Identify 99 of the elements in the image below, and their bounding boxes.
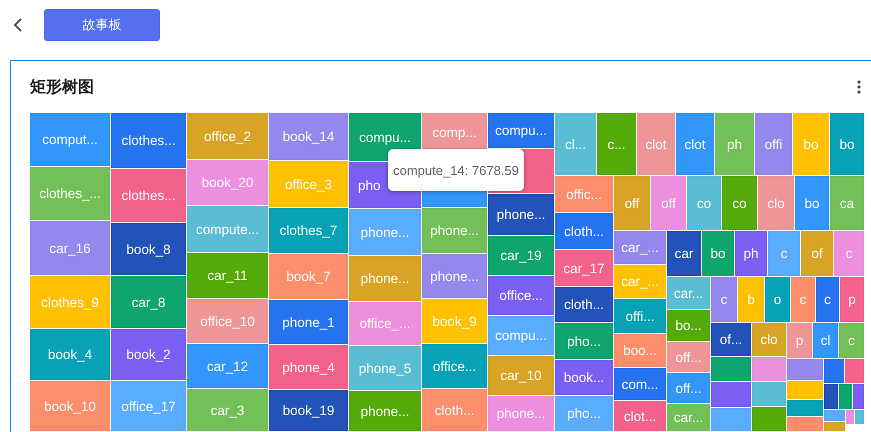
treemap-cell: pho... [555,323,613,359]
treemap-cell: book_20 [187,160,268,205]
treemap-cell: cloth... [555,287,613,322]
treemap-cell: book... [555,360,613,395]
treemap-cell: compu... [488,316,554,355]
treemap-cell: book_7 [269,254,348,299]
treemap-cell: office_3 [269,161,348,207]
treemap-cell: bo [793,113,829,175]
treemap-cell: offi [755,113,792,175]
treemap-cell: off [651,176,686,230]
more-icon[interactable] [857,79,861,95]
treemap-cell: bo [702,231,734,276]
treemap-cell: comp... [422,113,487,152]
treemap-cell: car_17 [555,250,613,286]
treemap-cell: car... [667,404,710,431]
treemap-cell: book_19 [269,390,348,431]
treemap-cell: phone... [349,391,421,431]
treemap-cell: office... [488,276,554,315]
treemap-cell: clo [752,323,786,356]
treemap-cell: of [801,231,833,276]
treemap-cell: phone... [488,396,554,431]
treemap-cell: offi... [614,299,666,333]
treemap-cell: compute... [187,206,268,252]
treemap-cell: book_2 [111,329,186,380]
treemap-cell: car_... [614,231,666,264]
treemap-cell: c [834,231,864,276]
tooltip: compute_14: 7678.59 [388,149,524,191]
treemap-cell: compu... [488,113,554,148]
treemap-cell: car_11 [187,253,268,298]
treemap-cell: co [687,176,721,230]
treemap-cell: bo... [667,310,710,341]
treemap-cell: clothes_7 [269,208,348,253]
treemap-cell: c... [597,113,636,175]
treemap-cell: c [839,323,864,358]
treemap-cell: book_8 [111,223,186,275]
treemap-cell: clot... [614,401,666,431]
treemap-cell: phone... [422,208,487,253]
card-title: 矩形树图 [30,78,94,98]
treemap-cell: phone... [349,209,421,255]
treemap-cell: book_14 [269,113,348,160]
treemap-cell: c [711,277,737,322]
treemap-cell: clothes... [111,113,186,168]
treemap-cell: office_10 [187,299,268,343]
treemap-cell: cloth... [422,389,487,431]
treemap-cell: cl [813,323,838,358]
treemap-cell: car [667,231,701,276]
treemap-cell: off... [667,373,710,403]
treemap-cell: phone_4 [269,345,348,389]
treemap-cell: phone... [488,194,554,235]
treemap-cell: office_2 [187,113,268,159]
treemap-cell: car_3 [187,389,268,431]
treemap-cell: ca [830,176,864,230]
storyboard-button[interactable]: 故事板 [44,8,160,40]
treemap-cell: clothes_... [30,167,110,220]
treemap-cell: c [791,277,815,322]
treemap-cell: office_17 [111,381,186,431]
treemap-cell: phone_5 [349,346,421,390]
treemap-cell: cl... [555,113,596,175]
treemap-cell: car... [667,277,710,309]
treemap-cell: bo [830,113,864,175]
treemap-cell: bo [795,176,829,230]
treemap-cell: b [738,277,764,322]
treemap-cell: car_12 [187,344,268,388]
treemap-cell: of... [711,323,751,356]
treemap-cell: phone_1 [269,300,348,344]
treemap-cell: c [768,231,800,276]
treemap-cell: car_8 [111,276,186,328]
treemap-cell: clot [637,113,675,175]
treemap-cell: c [816,277,839,322]
treemap-cell: com... [614,368,666,400]
treemap-cell: ph [735,231,767,276]
treemap-cell: co [722,176,757,230]
treemap-cell: car_... [614,265,666,298]
treemap-cell: cloth... [555,213,613,249]
treemap-cell: p [840,277,864,322]
treemap-cell: book_9 [422,299,487,343]
treemap-cell: car_19 [488,236,554,275]
treemap-cell: boo... [614,334,666,367]
treemap-cell: book_10 [30,381,110,431]
treemap-cell: clothes... [111,169,186,222]
treemap-cell: off... [667,342,710,372]
treemap-cell: office... [422,344,487,388]
treemap-cell: book_4 [30,329,110,380]
back-icon[interactable] [12,16,24,32]
treemap-cell: office_... [349,302,421,345]
treemap-cell: p [787,323,812,358]
treemap-cell: ph [715,113,754,175]
treemap-cell: clothes_9 [30,276,110,328]
treemap-cell: pho... [555,396,613,431]
treemap-cell: phone... [349,256,421,301]
treemap-cell: offic... [555,176,613,212]
treemap-cell: comput... [30,113,110,166]
treemap-cell: clot [676,113,714,175]
treemap-cell: off [614,176,650,230]
treemap-cell: o [765,277,790,322]
treemap-cell: phone... [422,254,487,298]
treemap-cell: car_16 [30,221,110,275]
treemap-cell: clo [758,176,794,230]
treemap-cell: car_10 [488,356,554,395]
